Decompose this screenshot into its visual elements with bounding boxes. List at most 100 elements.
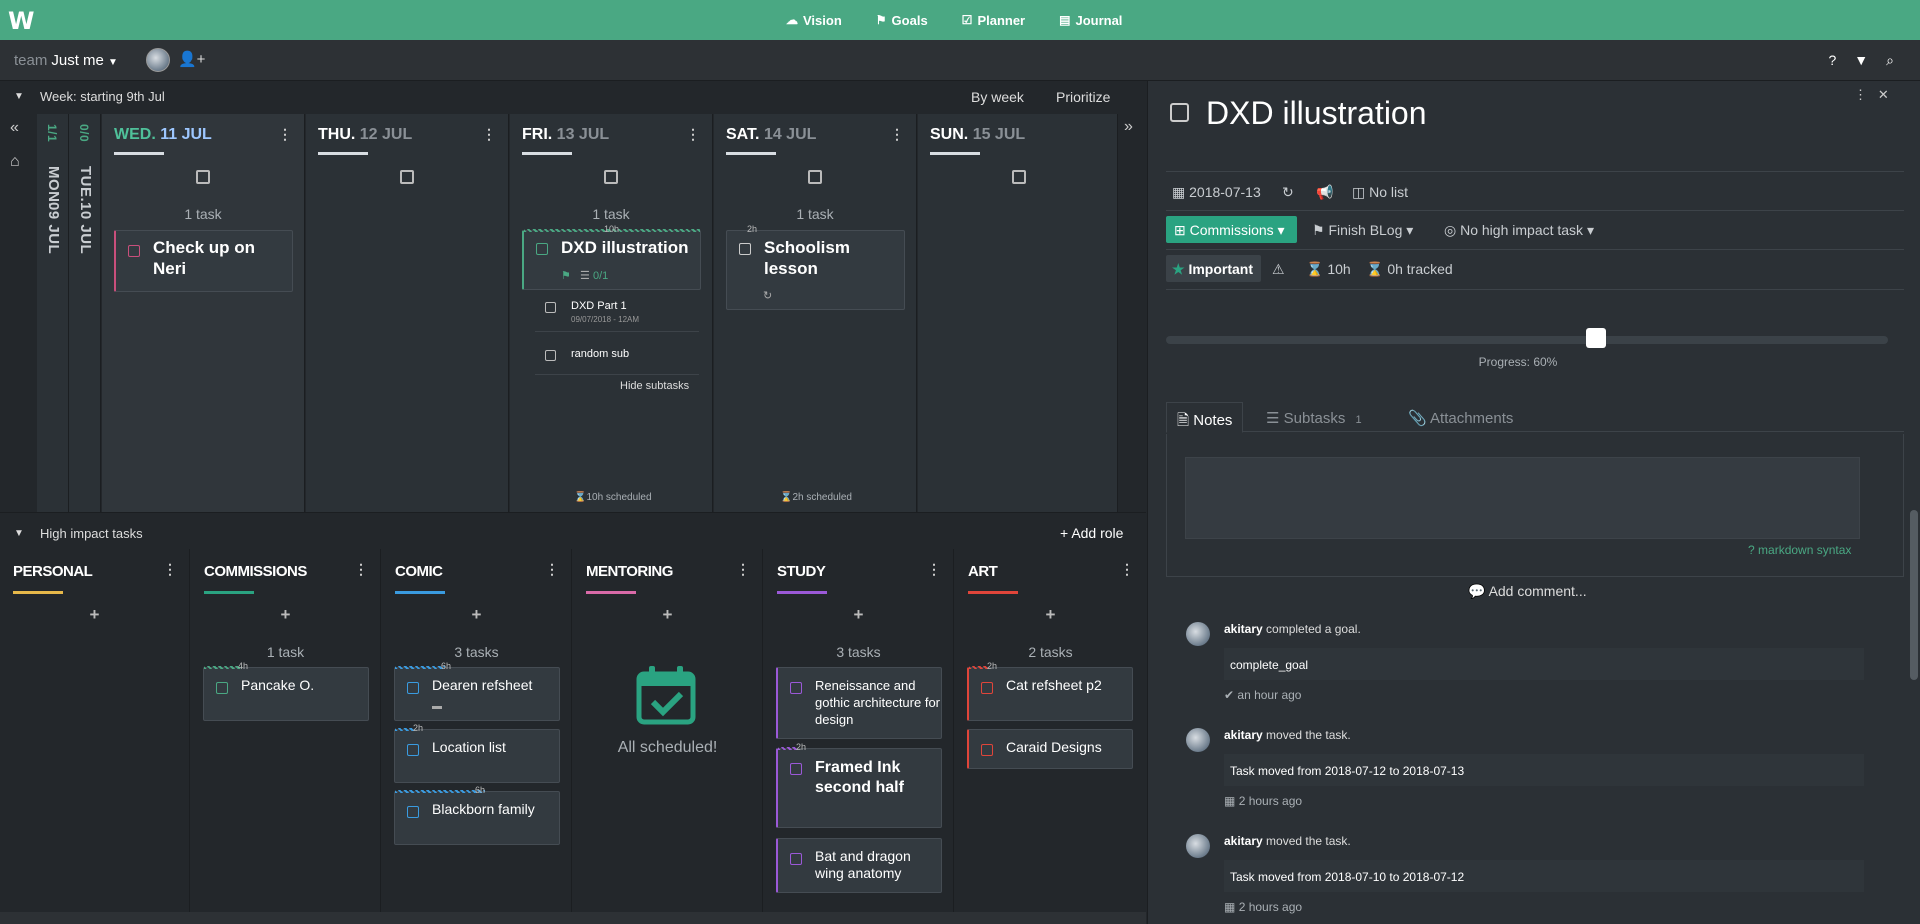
task-checkbox[interactable] xyxy=(790,763,802,775)
add-role-button[interactable]: + Add role xyxy=(1060,525,1123,541)
calendar-add-icon[interactable] xyxy=(1012,170,1026,184)
task-checkbox[interactable] xyxy=(981,744,993,756)
repeat-icon[interactable]: ↻ xyxy=(1282,184,1294,201)
menu-dots-icon[interactable]: ⋮ xyxy=(482,126,496,143)
collapse-left-icon[interactable]: « xyxy=(10,119,19,137)
add-task-icon[interactable]: + xyxy=(955,605,1146,625)
task-card[interactable]: 6h Blackborn family xyxy=(394,785,560,845)
caret-down-icon[interactable]: ▼ xyxy=(14,91,24,102)
task-date[interactable]: ▦ 2018-07-13 xyxy=(1172,184,1261,201)
task-checkbox[interactable] xyxy=(216,682,228,694)
calendar-add-icon[interactable] xyxy=(400,170,414,184)
warning-icon[interactable]: ⚠ xyxy=(1272,261,1285,278)
menu-dots-icon[interactable]: ⋮ xyxy=(686,126,700,143)
caret-down-icon[interactable]: ▼ xyxy=(14,528,24,539)
task-card[interactable]: 10h DXD illustration ⚑ ☰ 0/1 xyxy=(522,224,701,290)
tracked-time[interactable]: ⌛ 0h tracked xyxy=(1366,261,1453,278)
high-impact-dropdown[interactable]: ◎ No high impact task ▾ xyxy=(1444,222,1594,239)
collapsed-day-tue[interactable]: 0/0 TUE. 10 JUL xyxy=(69,114,101,512)
menu-dots-icon[interactable]: ⋮ xyxy=(890,126,904,143)
detail-controls: ⋮ ✕ xyxy=(1854,87,1889,103)
task-card[interactable]: Check up on Neri xyxy=(114,230,293,292)
estimate-field[interactable]: ⌛ 10h xyxy=(1306,261,1351,278)
home-icon[interactable]: ⌂ xyxy=(10,153,20,171)
menu-dots-icon[interactable]: ⋮ xyxy=(545,561,559,578)
task-card[interactable]: Caraid Designs xyxy=(967,729,1133,769)
nav-vision[interactable]: ☁ Vision xyxy=(786,13,842,28)
progress-slider-handle[interactable] xyxy=(1586,328,1606,348)
horizontal-scrollbar[interactable] xyxy=(0,912,1146,924)
goal-dropdown[interactable]: ⚑ Finish BLog ▾ xyxy=(1312,222,1413,239)
task-card[interactable]: Bat and dragon wing anatomy xyxy=(776,838,942,893)
menu-dots-icon[interactable]: ⋮ xyxy=(354,561,368,578)
progress-slider-track[interactable] xyxy=(1166,336,1888,344)
week-selector[interactable]: Week: starting 9th Jul xyxy=(40,89,165,104)
task-checkbox[interactable] xyxy=(981,682,993,694)
task-card[interactable]: 4h Pancake O. xyxy=(203,661,369,721)
task-checkbox[interactable] xyxy=(739,243,751,255)
markdown-syntax-link[interactable]: ? markdown syntax xyxy=(1748,543,1851,557)
vertical-scrollbar[interactable] xyxy=(1910,510,1918,680)
add-task-icon[interactable]: + xyxy=(0,605,189,625)
menu-dots-icon[interactable]: ⋮ xyxy=(1854,87,1867,102)
prioritize-button[interactable]: Prioritize xyxy=(1056,89,1110,105)
tab-notes[interactable]: 🗎 Notes xyxy=(1166,402,1244,433)
hide-subtasks-link[interactable]: Hide subtasks xyxy=(620,380,689,392)
help-icon[interactable]: ? xyxy=(1829,52,1837,69)
collapse-right-icon[interactable]: » xyxy=(1124,118,1133,136)
nav-journal[interactable]: ▤ Journal xyxy=(1059,13,1122,28)
announce-icon[interactable]: 📢 xyxy=(1316,184,1333,201)
nav-goals[interactable]: ⚑ Goals xyxy=(876,13,928,28)
task-card[interactable]: 6h Dearen refsheet ▬ xyxy=(394,661,560,721)
calendar-add-icon[interactable] xyxy=(196,170,210,184)
task-title: Bat and dragon wing anatomy xyxy=(815,848,911,881)
add-task-icon[interactable]: + xyxy=(573,605,762,625)
menu-dots-icon[interactable]: ⋮ xyxy=(736,561,750,578)
close-icon[interactable]: ✕ xyxy=(1878,87,1889,102)
task-checkbox[interactable] xyxy=(536,243,548,255)
calendar-add-icon[interactable] xyxy=(604,170,618,184)
filter-icon[interactable]: ▼ xyxy=(1854,52,1868,69)
calendar-add-icon[interactable] xyxy=(808,170,822,184)
view-selector[interactable]: By week xyxy=(971,89,1024,105)
task-title[interactable]: DXD illustration xyxy=(1206,95,1427,132)
task-checkbox[interactable] xyxy=(407,744,419,756)
task-card[interactable]: 2h Location list xyxy=(394,723,560,783)
search-icon[interactable]: ⌕ xyxy=(1886,52,1894,69)
app-logo[interactable]: W xyxy=(8,7,38,35)
task-checkbox[interactable] xyxy=(790,682,802,694)
task-complete-checkbox[interactable] xyxy=(1170,103,1189,122)
add-task-icon[interactable]: + xyxy=(191,605,380,625)
calendar-icon: ▦ xyxy=(1224,794,1236,808)
task-checkbox[interactable] xyxy=(407,682,419,694)
add-user-icon[interactable]: 👤+ xyxy=(178,50,205,68)
tab-attachments[interactable]: 📎 Attachments xyxy=(1398,402,1523,433)
nav-planner[interactable]: ☑ Planner xyxy=(962,13,1025,28)
task-card[interactable]: Reneissance and gothic architecture for … xyxy=(776,667,942,739)
list-selector[interactable]: ◫ No list xyxy=(1352,184,1408,201)
important-toggle[interactable]: ★ Important xyxy=(1166,255,1261,282)
menu-dots-icon[interactable]: ⋮ xyxy=(163,561,177,578)
menu-dots-icon[interactable]: ⋮ xyxy=(1120,561,1134,578)
task-checkbox[interactable] xyxy=(790,853,802,865)
add-task-icon[interactable]: + xyxy=(764,605,953,625)
team-selector[interactable]: team Just me ▼ xyxy=(14,52,118,69)
menu-dots-icon[interactable]: ⋮ xyxy=(278,126,292,143)
task-checkbox[interactable] xyxy=(128,245,140,257)
avatar[interactable] xyxy=(146,48,170,72)
task-count: 2 tasks xyxy=(1028,644,1073,660)
task-card[interactable]: 2h Cat refsheet p2 xyxy=(967,661,1133,721)
task-checkbox[interactable] xyxy=(407,806,419,818)
task-card[interactable]: 2h Framed Ink second half xyxy=(776,742,942,828)
notes-editor[interactable] xyxy=(1185,457,1860,539)
menu-dots-icon[interactable]: ⋮ xyxy=(927,561,941,578)
add-comment-button[interactable]: 💬 Add comment... xyxy=(1468,583,1587,600)
add-task-icon[interactable]: + xyxy=(382,605,571,625)
role-dropdown[interactable]: ⊞ Commissions ▾ xyxy=(1166,216,1297,243)
subtask-checkbox[interactable] xyxy=(545,350,556,361)
tab-subtasks[interactable]: ☰ Subtasks 1 xyxy=(1256,402,1372,433)
subtask-title: random sub xyxy=(571,348,630,360)
subtask-checkbox[interactable] xyxy=(545,302,556,313)
task-card[interactable]: 2h Schoolism lesson ↻ xyxy=(726,224,905,310)
collapsed-day-mon[interactable]: 1/1 MON. 09 JUL xyxy=(37,114,69,512)
